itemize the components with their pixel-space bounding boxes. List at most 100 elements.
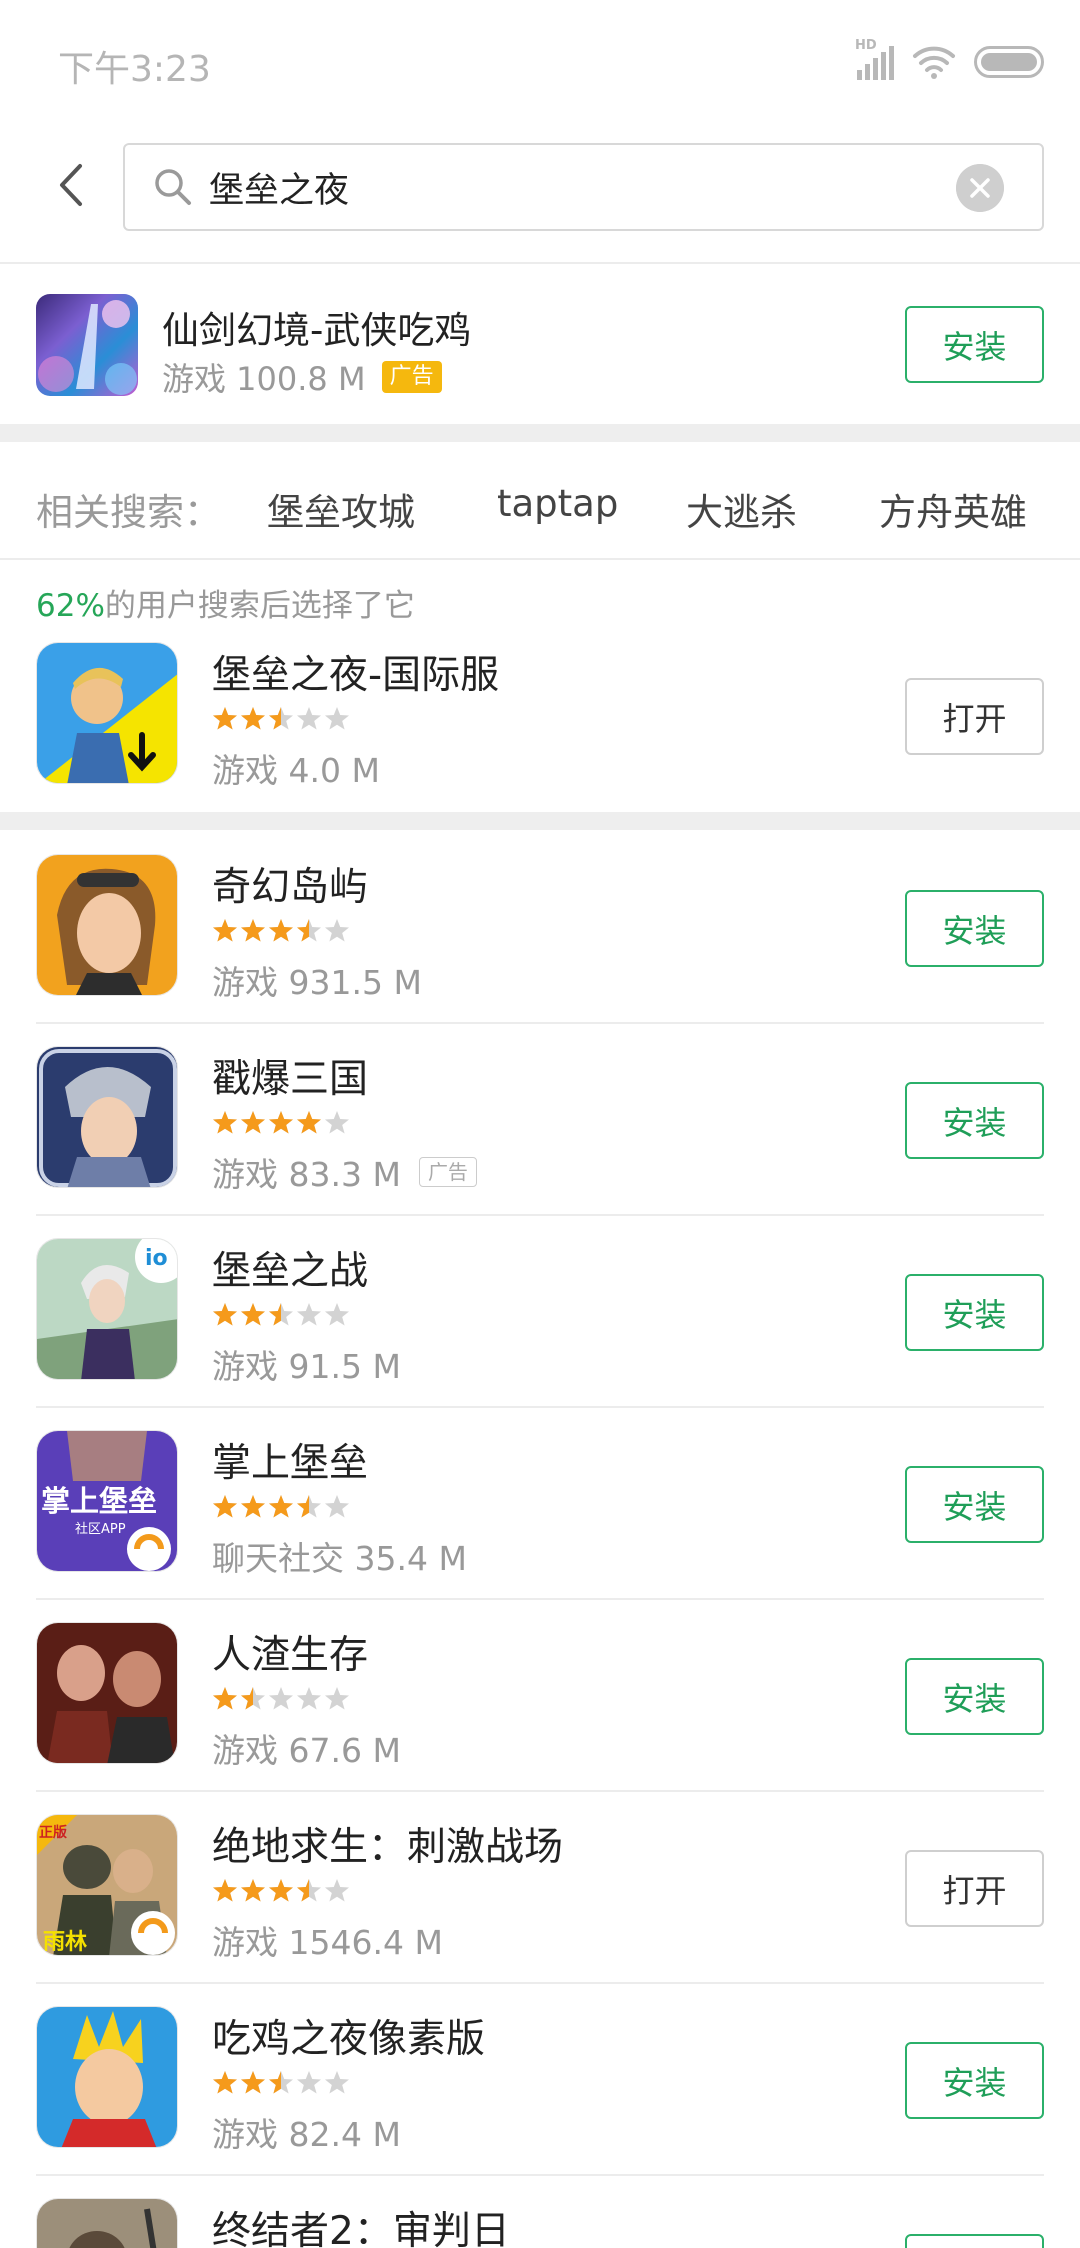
app-row[interactable]: 吃鸡之夜像素版 游戏 82.4 M 安装 — [0, 1984, 1080, 2176]
rating-stars — [212, 918, 350, 948]
related-divider — [0, 558, 1080, 560]
app-meta: 游戏 91.5 M — [212, 1347, 401, 1386]
star-icon — [325, 1687, 349, 1710]
status-icons: HD — [855, 38, 1044, 84]
rating-stars — [212, 1110, 350, 1140]
app-meta: 游戏 931.5 M — [212, 963, 422, 1002]
star-icon — [213, 1879, 237, 1902]
star-icon — [241, 1111, 265, 1134]
star-icon — [325, 707, 349, 730]
search-icon — [155, 169, 191, 205]
app-icon-xianjian — [36, 294, 138, 396]
install-button[interactable]: 安装 — [905, 1466, 1044, 1543]
section-separator — [0, 812, 1080, 830]
battery-icon — [974, 46, 1044, 78]
app-meta: 游戏 1546.4 M — [212, 1923, 443, 1962]
star-icon — [297, 1879, 321, 1902]
app-row[interactable]: 正版 雨林 绝地求生：刺激战场 游戏 1546.4 M 打开 — [0, 1792, 1080, 1984]
app-name: 堡垒之夜-国际服 — [212, 653, 500, 698]
icon-sub-text: 雨林 — [43, 1930, 87, 1955]
app-icon-zhangshang: 掌上堡垒 社区APP — [36, 1430, 178, 1572]
related-tag[interactable]: 大逃杀 — [686, 482, 797, 536]
star-icon — [269, 1879, 293, 1902]
related-searches: 相关搜索： 堡垒攻城 taptap 大逃杀 方舟英雄 — [0, 442, 1080, 558]
star-icon — [241, 919, 265, 942]
star-icon — [213, 2071, 237, 2094]
install-button[interactable]: 安装 — [905, 1082, 1044, 1159]
rating-stars — [212, 2070, 350, 2100]
app-meta: 游戏 82.4 M — [212, 2115, 401, 2154]
star-icon — [241, 2071, 265, 2094]
app-row[interactable]: 掌上堡垒 社区APP 掌上堡垒 聊天社交 35.4 M 安装 — [0, 1408, 1080, 1600]
icon-sub-text: 社区APP — [75, 1521, 126, 1537]
rating-stars — [212, 1686, 350, 1716]
search-input[interactable] — [209, 145, 909, 229]
app-row[interactable]: 人渣生存 游戏 67.6 M 安装 — [0, 1600, 1080, 1792]
app-row[interactable]: io 堡垒之战 游戏 91.5 M 安装 — [0, 1216, 1080, 1408]
clear-search-icon[interactable] — [956, 164, 1004, 212]
search-bar[interactable] — [123, 143, 1044, 231]
app-meta-row: 游戏 67.6 M — [212, 1724, 401, 1772]
rating-stars — [212, 1494, 350, 1524]
pick-hint: 62%的用户搜索后选择了它 — [36, 580, 415, 625]
star-icon — [213, 1687, 237, 1710]
app-name: 吃鸡之夜像素版 — [212, 2017, 486, 2062]
star-icon — [269, 1495, 293, 1518]
star-icon — [325, 1111, 349, 1134]
app-name: 堡垒之战 — [212, 1249, 369, 1294]
install-button[interactable]: 安装 — [905, 890, 1044, 967]
open-button[interactable]: 打开 — [905, 678, 1044, 755]
ad-app-row[interactable]: 仙剑幻境-武侠吃鸡 游戏 100.8 M 广告 安装 — [0, 264, 1080, 424]
related-tag[interactable]: 堡垒攻城 — [267, 482, 415, 536]
back-arrow-icon[interactable] — [52, 160, 92, 210]
pick-percent: 62% — [36, 588, 105, 624]
status-time: 下午3:23 — [58, 49, 211, 90]
app-meta-row: 游戏 91.5 M — [212, 1340, 401, 1388]
app-meta-row: 游戏 100.8 M 广告 — [162, 354, 442, 400]
app-row[interactable]: 戳爆三国 游戏 83.3 M 广告 安装 — [0, 1024, 1080, 1216]
status-bar: 下午3:23 HD — [0, 0, 1080, 125]
install-button[interactable]: 安装 — [905, 1274, 1044, 1351]
app-icon-zhanbao — [36, 1046, 178, 1188]
app-name: 终结者2：审判日 — [212, 2209, 510, 2248]
rating-stars — [212, 1302, 350, 1332]
section-separator — [0, 424, 1080, 442]
star-icon — [297, 1687, 321, 1710]
star-icon — [213, 1303, 237, 1326]
hd-label: HD — [855, 38, 877, 53]
install-button[interactable]: 安装 — [905, 306, 1044, 383]
related-tag[interactable]: 方舟英雄 — [879, 482, 1027, 536]
star-icon — [325, 1303, 349, 1326]
star-icon — [297, 1495, 321, 1518]
app-row[interactable]: 奇幻岛屿 游戏 931.5 M 安装 — [0, 832, 1080, 1024]
install-button[interactable]: 安装 — [905, 2042, 1044, 2119]
app-row[interactable]: 终结者2：审判日 — [0, 2176, 1080, 2248]
star-icon — [297, 919, 321, 942]
star-icon — [241, 707, 265, 730]
star-icon — [297, 707, 321, 730]
app-icon-chiji — [36, 2006, 178, 2148]
app-name: 奇幻岛屿 — [212, 865, 369, 910]
app-meta: 游戏 4.0 M — [212, 751, 380, 790]
ad-badge: 广告 — [418, 1157, 477, 1187]
app-name: 掌上堡垒 — [212, 1441, 369, 1486]
app-meta: 聊天社交 35.4 M — [212, 1539, 467, 1578]
install-button[interactable]: 安装 — [905, 1658, 1044, 1735]
app-meta-row: 游戏 1546.4 M — [212, 1916, 443, 1964]
star-icon — [241, 1687, 265, 1710]
open-button[interactable]: 打开 — [905, 1850, 1044, 1927]
star-icon — [213, 1495, 237, 1518]
app-meta-row: 聊天社交 35.4 M — [212, 1532, 467, 1580]
app-meta-row: 游戏 83.3 M 广告 — [212, 1148, 477, 1196]
install-button[interactable] — [905, 2234, 1044, 2248]
star-icon — [269, 1111, 293, 1134]
wifi-icon — [913, 46, 955, 79]
app-icon-renzha — [36, 1622, 178, 1764]
app-icon-zhongjiezhe — [36, 2198, 178, 2248]
featured-app-row[interactable]: 堡垒之夜-国际服 游戏 4.0 M 打开 — [0, 620, 1080, 812]
rating-stars — [212, 706, 350, 736]
app-name: 仙剑幻境-武侠吃鸡 — [162, 309, 472, 352]
signal-icon: HD — [855, 38, 894, 80]
related-tag[interactable]: taptap — [497, 482, 618, 525]
app-meta: 游戏 100.8 M — [162, 360, 366, 398]
